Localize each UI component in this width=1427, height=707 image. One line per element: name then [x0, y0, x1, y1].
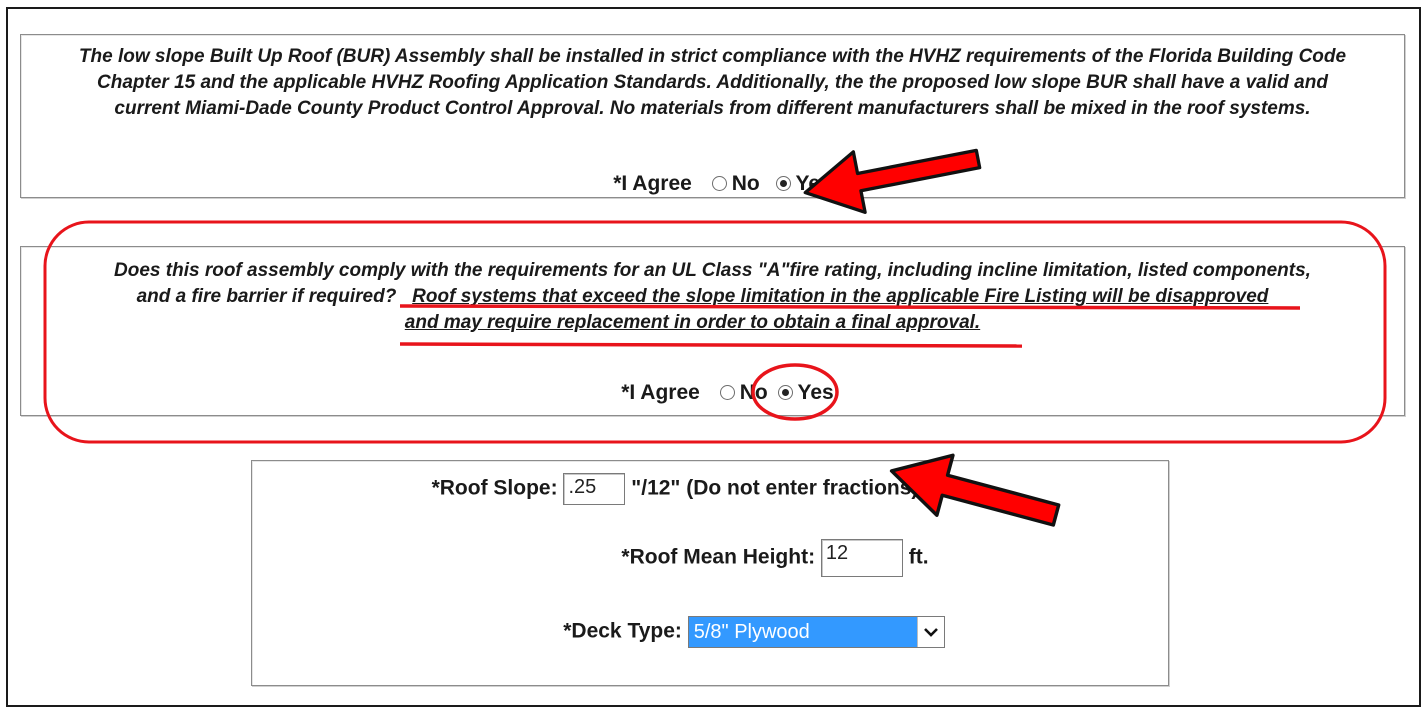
roof-height-input[interactable]: 12	[820, 539, 903, 577]
bur-agree-row: *I Agree No Yes	[21, 172, 1404, 196]
roof-details-panel: *Roof Slope: .25 "/12" (Do not enter fra…	[251, 460, 1169, 686]
bur-statement: The low slope Built Up Roof (BUR) Assemb…	[21, 44, 1404, 122]
roof-height-label: *Roof Mean Height:	[621, 545, 816, 569]
chevron-down-icon[interactable]	[916, 617, 944, 647]
fire-rating-line: Does this roof assembly comply with the …	[114, 260, 1311, 281]
fire-agree-no-label[interactable]: No	[740, 381, 768, 404]
bur-agree-yes-radio[interactable]	[775, 176, 791, 191]
fire-rating-line: and may require replacement in order to …	[21, 310, 1404, 336]
bur-agree-no-radio[interactable]	[711, 176, 727, 191]
fire-agree-yes-option[interactable]: Yes	[777, 381, 834, 404]
roof-height-unit: ft.	[908, 545, 929, 569]
roof-slope-input[interactable]: .25	[563, 473, 626, 505]
fire-rating-warning-cont: and may require replacement in order to …	[404, 312, 981, 333]
compliance-panel-bur: The low slope Built Up Roof (BUR) Assemb…	[20, 34, 1405, 198]
fire-rating-statement: Does this roof assembly comply with the …	[21, 258, 1404, 336]
fire-rating-line-prefix: and a fire barrier if required?	[136, 286, 397, 307]
bur-agree-no-option[interactable]: No	[711, 172, 760, 195]
fire-agree-no-radio[interactable]	[719, 385, 735, 400]
roof-height-row: *Roof Mean Height: 12 ft.	[252, 539, 1168, 577]
deck-type-select[interactable]: 5/8" Plywood	[687, 616, 945, 648]
roof-slope-label: *Roof Slope:	[431, 476, 558, 500]
fire-rating-warning: Roof systems that exceed the slope limit…	[412, 286, 1269, 307]
fire-agree-no-option[interactable]: No	[719, 381, 768, 404]
roof-slope-row: *Roof Slope: .25 "/12" (Do not enter fra…	[252, 473, 1168, 505]
fire-agree-yes-radio[interactable]	[777, 385, 793, 400]
deck-type-label: *Deck Type:	[563, 619, 682, 643]
fire-agree-row: *I Agree No Yes	[21, 381, 1404, 405]
bur-statement-line: Chapter 15 and the applicable HVHZ Roofi…	[97, 72, 1328, 93]
bur-statement-line: current Miami-Dade County Product Contro…	[114, 98, 1311, 119]
fire-agree-yes-label[interactable]: Yes	[798, 381, 834, 404]
fire-rating-line: and a fire barrier if required? Roof sys…	[21, 284, 1404, 310]
fire-agree-label: *I Agree	[621, 381, 700, 404]
compliance-panel-fire-rating: Does this roof assembly comply with the …	[20, 246, 1405, 416]
bur-agree-yes-label[interactable]: Yes	[796, 172, 832, 195]
deck-type-selected-value[interactable]: 5/8" Plywood	[688, 617, 917, 647]
bur-agree-label: *I Agree	[613, 172, 692, 195]
roof-slope-unit: "/12" (Do not enter fractions)	[631, 476, 919, 500]
bur-statement-line: The low slope Built Up Roof (BUR) Assemb…	[78, 46, 1347, 67]
bur-agree-yes-option[interactable]: Yes	[775, 172, 832, 195]
deck-type-row: *Deck Type: 5/8" Plywood	[252, 616, 1168, 648]
bur-agree-no-label[interactable]: No	[732, 172, 760, 195]
